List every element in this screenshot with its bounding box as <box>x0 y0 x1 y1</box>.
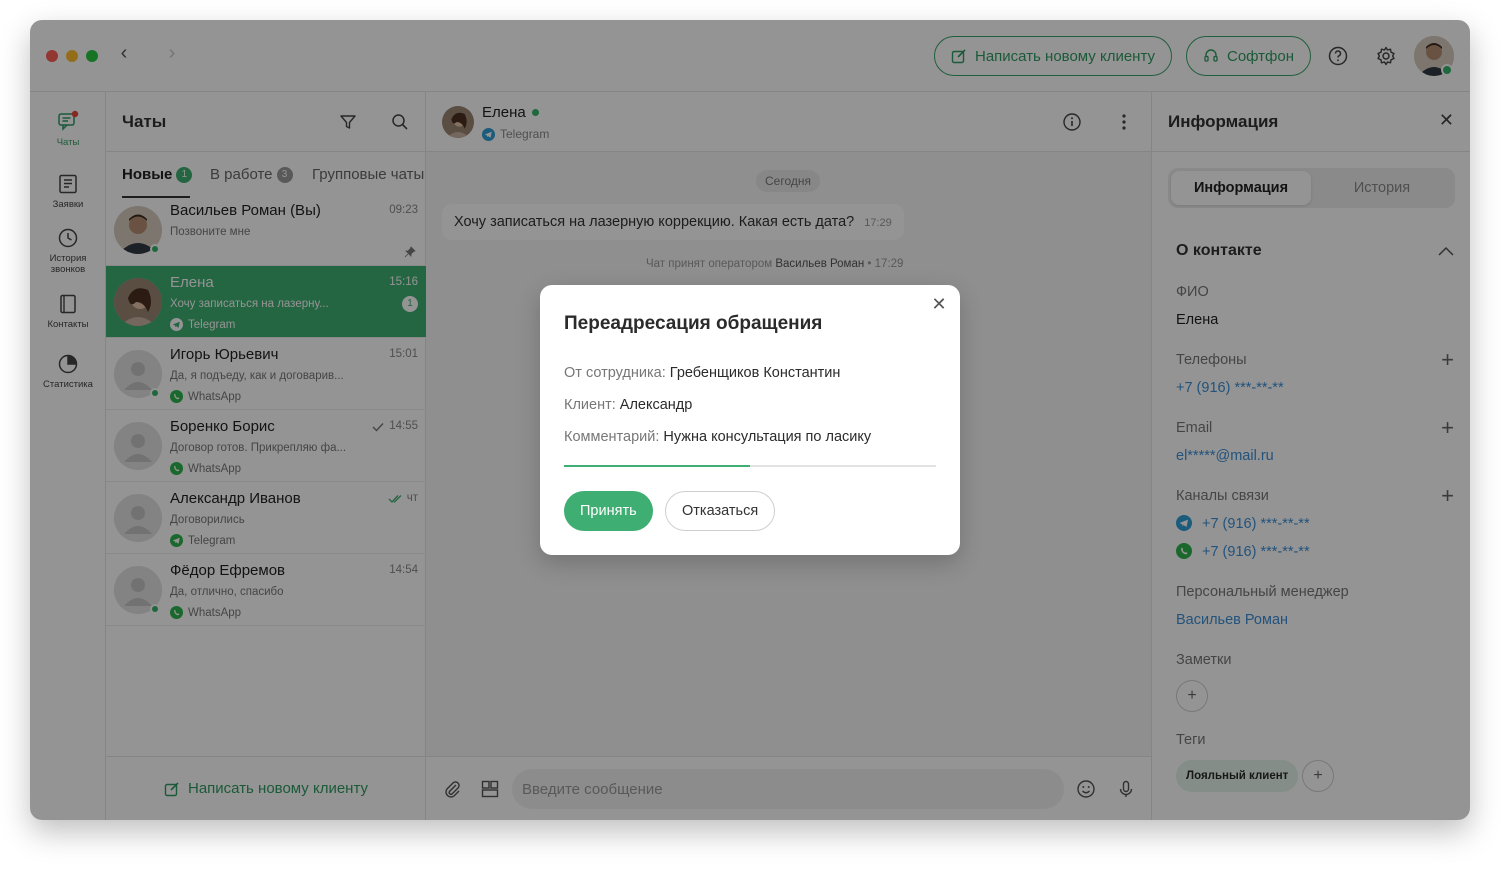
app-window: ‹ › Написать новому клиенту Софтфон Чаты… <box>30 20 1470 820</box>
close-icon[interactable]: ✕ <box>928 293 950 315</box>
client-label: Клиент: <box>564 397 616 413</box>
comment-value: Нужна консультация по ласику <box>663 429 872 445</box>
from-label: От сотрудника: <box>564 365 666 381</box>
modal-comment-row: Комментарий: Нужна консультация по ласик… <box>564 429 871 445</box>
modal-from-row: От сотрудника: Гребенщиков Константин <box>564 365 840 381</box>
modal-title: Переадресация обращения <box>564 313 823 334</box>
redirect-modal: ✕ Переадресация обращения От сотрудника:… <box>540 285 960 555</box>
modal-client-row: Клиент: Александр <box>564 397 692 413</box>
from-value: Гребенщиков Константин <box>669 365 841 381</box>
timeout-progress-bar <box>564 465 936 467</box>
accept-button[interactable]: Принять <box>564 491 653 531</box>
comment-label: Комментарий: <box>564 429 660 445</box>
timeout-progress-fill <box>564 465 750 467</box>
decline-button[interactable]: Отказаться <box>665 491 776 531</box>
client-value: Александр <box>619 397 693 413</box>
